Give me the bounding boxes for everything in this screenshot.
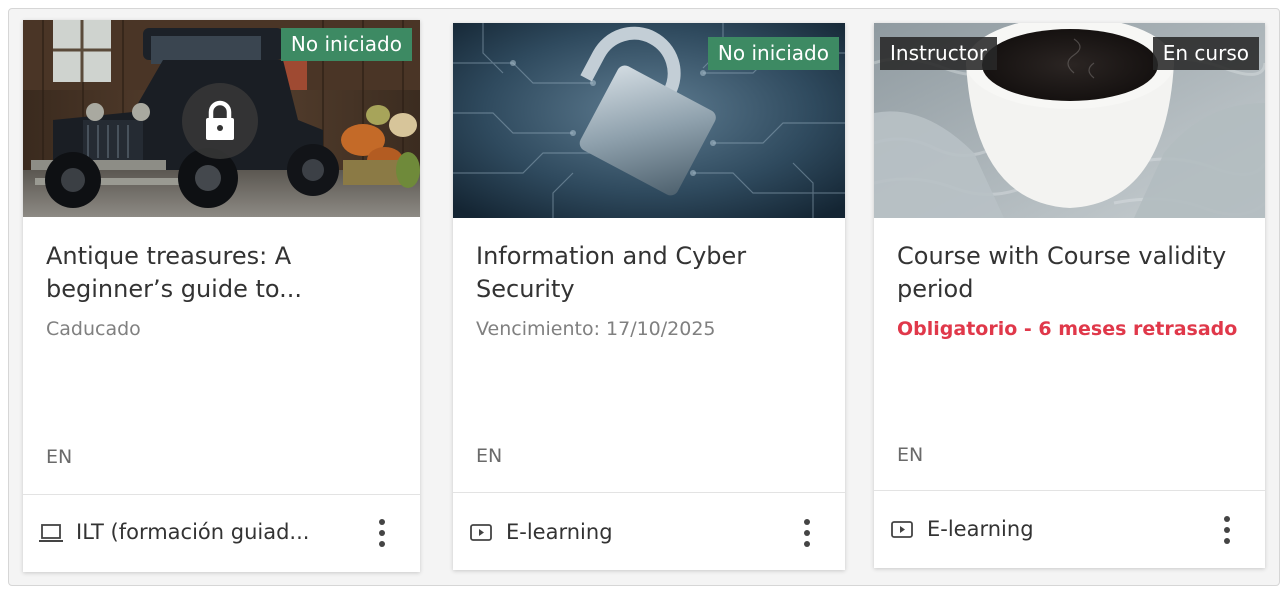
course-type-label: E-learning <box>506 520 613 544</box>
more-options-button[interactable] <box>1221 514 1233 546</box>
course-language: EN <box>46 446 73 468</box>
locked-overlay <box>182 83 258 159</box>
course-thumbnail-antique-truck[interactable]: No iniciado <box>23 20 420 217</box>
kebab-dot <box>1224 538 1230 544</box>
more-options-button[interactable] <box>801 517 813 549</box>
course-title[interactable]: Information and Cyber Security <box>476 240 825 306</box>
card-divider <box>453 492 845 493</box>
course-card[interactable]: Instructor En curso Course with Course v… <box>874 23 1265 568</box>
card-footer: ILT (formación guiad... <box>23 495 420 571</box>
status-badge: No iniciado <box>707 37 839 70</box>
kebab-dot <box>379 530 385 536</box>
course-language: EN <box>476 445 503 467</box>
kebab-dot <box>379 541 385 547</box>
status-badge: No iniciado <box>280 28 412 61</box>
kebab-dot <box>1224 516 1230 522</box>
video-play-icon <box>470 524 492 541</box>
course-due-date: Vencimiento: 17/10/2025 <box>476 318 716 340</box>
course-title[interactable]: Antique treasures: A beginner’s guide to… <box>46 240 400 306</box>
course-type-label: E-learning <box>927 517 1034 541</box>
course-status: Caducado <box>46 318 141 340</box>
lock-icon <box>206 100 234 140</box>
kebab-dot <box>379 519 385 525</box>
card-footer: E-learning <box>453 495 845 570</box>
course-card[interactable]: No iniciado Antique treasures: A beginne… <box>23 20 420 572</box>
course-type-label: ILT (formación guiad... <box>76 520 310 544</box>
course-overdue-status: Obligatorio - 6 meses retrasado <box>897 318 1238 340</box>
course-thumbnail-coffee-cup[interactable]: Instructor En curso <box>874 23 1265 218</box>
role-badge: Instructor <box>880 37 998 70</box>
course-language: EN <box>897 444 924 466</box>
course-thumbnail-padlock[interactable]: No iniciado <box>453 23 845 218</box>
more-options-button[interactable] <box>376 517 388 549</box>
laptop-icon <box>39 524 63 542</box>
status-badge: En curso <box>1152 37 1259 70</box>
video-play-icon <box>891 521 913 538</box>
kebab-dot <box>804 530 810 536</box>
card-divider <box>874 490 1265 491</box>
kebab-dot <box>1224 527 1230 533</box>
course-card[interactable]: No iniciado Information and Cyber Securi… <box>453 23 845 570</box>
card-footer: E-learning <box>874 492 1265 568</box>
kebab-dot <box>804 541 810 547</box>
kebab-dot <box>804 519 810 525</box>
course-title[interactable]: Course with Course validity period <box>897 240 1245 306</box>
